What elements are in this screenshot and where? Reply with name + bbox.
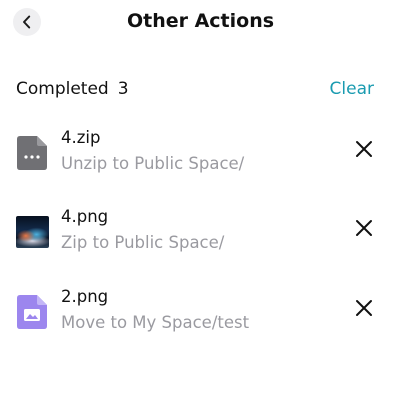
completed-count: 3 xyxy=(117,79,129,99)
image-thumbnail xyxy=(15,215,49,249)
remove-button[interactable] xyxy=(352,298,376,322)
file-name: 4.png xyxy=(61,207,109,226)
file-action: Move to My Space/test xyxy=(61,313,250,332)
header-bar: Other Actions xyxy=(0,0,401,44)
close-icon xyxy=(355,219,373,241)
page-title: Other Actions xyxy=(126,10,275,32)
remove-button[interactable] xyxy=(352,218,376,242)
completed-label: Completed xyxy=(16,79,109,99)
file-action: Zip to Public Space/ xyxy=(61,233,225,252)
completed-label-group: Completed 3 xyxy=(16,79,129,99)
image-preview xyxy=(15,216,49,248)
clear-button[interactable]: Clear xyxy=(330,79,374,99)
image-file-icon xyxy=(15,295,49,329)
archive-file-icon xyxy=(15,136,49,170)
action-row: 2.png Move to My Space/test xyxy=(0,287,401,347)
close-icon xyxy=(355,299,373,321)
action-row: 4.png Zip to Public Space/ xyxy=(0,207,401,267)
file-name: 2.png xyxy=(61,287,109,306)
action-row: 4.zip Unzip to Public Space/ xyxy=(0,128,401,188)
remove-button[interactable] xyxy=(352,139,376,163)
close-icon xyxy=(355,140,373,162)
completed-section-header: Completed 3 Clear xyxy=(16,77,374,101)
file-action: Unzip to Public Space/ xyxy=(61,154,245,173)
file-name: 4.zip xyxy=(61,128,101,147)
